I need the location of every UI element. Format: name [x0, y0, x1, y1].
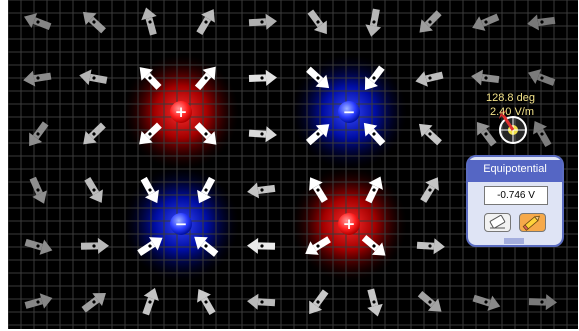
simulation-area[interactable]: + − − + 128.8 deg 2.40 V/m Equipotential -0… — [8, 0, 578, 329]
positive-charge[interactable]: + — [338, 213, 360, 235]
field-arrow — [471, 69, 500, 86]
field-arrow — [417, 290, 442, 312]
eraser-icon — [489, 214, 506, 229]
charge-sign: − — [343, 103, 356, 121]
field-arrow — [24, 293, 53, 309]
field-arrow — [29, 121, 49, 147]
field-arrow — [24, 238, 53, 255]
field-arrow — [247, 237, 276, 254]
drag-grip-icon[interactable] — [502, 238, 526, 244]
sensor-angle-readout: 128.8 deg — [486, 92, 535, 104]
field-arrow — [83, 122, 106, 145]
field-arrow — [79, 69, 108, 86]
equipotential-value: -0.746 V — [484, 186, 548, 205]
field-arrow — [141, 7, 157, 36]
negative-charge[interactable]: − — [338, 101, 360, 123]
equipotential-tool[interactable]: Equipotential -0.746 V — [466, 155, 564, 247]
field-arrow — [415, 71, 444, 87]
pencil-button[interactable] — [519, 213, 546, 232]
field-arrow — [533, 120, 552, 148]
field-arrow — [476, 122, 497, 147]
field-arrow — [23, 70, 52, 87]
field-arrow — [367, 288, 383, 317]
positive-charge[interactable]: + — [170, 101, 192, 123]
equipotential-title: Equipotential — [468, 160, 562, 182]
charge-sign: + — [175, 103, 188, 121]
field-arrow — [528, 294, 557, 311]
sensor-magnitude-readout: 2.40 V/m — [490, 106, 535, 118]
negative-charge[interactable]: − — [170, 213, 192, 235]
field-arrow — [247, 293, 276, 310]
field-arrow — [418, 123, 442, 146]
field-arrow — [248, 126, 277, 143]
field-arrow — [248, 13, 277, 30]
field-arrow — [82, 11, 106, 34]
field-arrow — [365, 8, 382, 37]
pencil-icon — [522, 215, 540, 231]
eraser-button[interactable] — [484, 213, 511, 232]
field-arrow — [420, 177, 439, 203]
field-arrow — [80, 237, 109, 254]
field-arrow — [248, 69, 277, 86]
charge-sign: + — [343, 215, 356, 233]
field-arrow — [416, 238, 445, 255]
field-arrow — [307, 9, 327, 35]
charge-sign: − — [175, 215, 188, 233]
field-arrow — [419, 10, 442, 33]
field-arrow — [247, 182, 276, 199]
field-arrow — [84, 177, 103, 203]
